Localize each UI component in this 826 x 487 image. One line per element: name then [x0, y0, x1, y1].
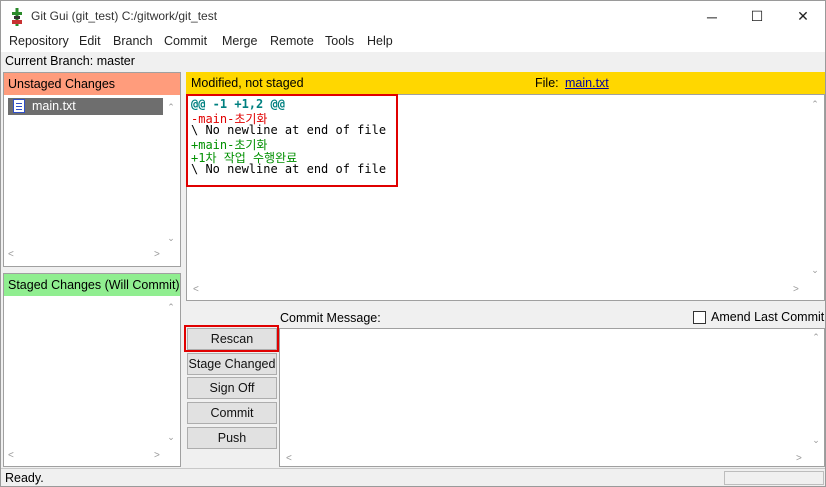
- close-button[interactable]: ✕: [780, 1, 826, 32]
- scroll-left-icon[interactable]: <: [8, 450, 14, 464]
- diff-highlight-box: [186, 94, 398, 187]
- window-title: Git Gui (git_test) C:/gitwork/git_test: [31, 9, 218, 23]
- menu-commit[interactable]: Commit: [164, 34, 207, 48]
- scroll-down-icon[interactable]: ⌄: [808, 265, 822, 276]
- diff-viewer[interactable]: @@ -1 +1,2 @@ -main-초기화 \ No newline at …: [186, 94, 825, 301]
- amend-last-commit-label[interactable]: Amend Last Commit: [711, 310, 824, 324]
- scroll-down-icon[interactable]: ⌄: [809, 435, 823, 446]
- stage-changed-button[interactable]: Stage Changed: [187, 353, 277, 375]
- unstaged-changes-header: Unstaged Changes: [4, 73, 180, 95]
- menu-help[interactable]: Help: [367, 34, 393, 48]
- action-buttons: Rescan Stage Changed Sign Off Commit Pus…: [184, 325, 279, 466]
- scroll-right-icon[interactable]: >: [154, 249, 160, 263]
- rescan-highlight-box: [184, 325, 279, 352]
- minimize-button[interactable]: ─: [689, 1, 735, 32]
- scroll-up-icon[interactable]: ⌃: [809, 332, 823, 343]
- menu-tools[interactable]: Tools: [325, 34, 354, 48]
- scroll-up-icon[interactable]: ⌃: [808, 99, 822, 110]
- status-progress: [724, 471, 824, 485]
- commit-message-label: Commit Message:: [280, 311, 381, 325]
- menu-merge[interactable]: Merge: [222, 34, 257, 48]
- scroll-up-icon[interactable]: ⌃: [164, 102, 178, 113]
- diff-status: Modified, not staged: [191, 76, 304, 90]
- scroll-left-icon[interactable]: <: [193, 284, 199, 298]
- minimize-icon: ─: [707, 8, 717, 25]
- unstaged-file-name: main.txt: [32, 99, 76, 113]
- git-gui-app-icon: [12, 8, 22, 26]
- commit-message-input[interactable]: [279, 328, 825, 467]
- menu-edit[interactable]: Edit: [79, 34, 101, 48]
- diff-file-link[interactable]: main.txt: [565, 76, 609, 90]
- menu-repository[interactable]: Repository: [9, 34, 69, 48]
- maximize-button[interactable]: ☐: [734, 1, 780, 32]
- scroll-right-icon[interactable]: >: [154, 450, 160, 464]
- amend-last-commit-checkbox[interactable]: [693, 311, 706, 324]
- current-branch-label: Current Branch: master: [5, 54, 135, 68]
- push-button[interactable]: Push: [187, 427, 277, 449]
- status-bar: Ready.: [1, 468, 825, 486]
- scroll-up-icon[interactable]: ⌃: [164, 302, 178, 313]
- scroll-left-icon[interactable]: <: [8, 249, 14, 263]
- scroll-right-icon[interactable]: >: [793, 284, 799, 298]
- diff-file-label: File:: [535, 76, 559, 90]
- unstaged-file-row[interactable]: main.txt: [8, 98, 163, 115]
- modified-file-icon: [13, 99, 25, 113]
- staged-changes-panel: Staged Changes (Will Commit) ⌃ ⌄ < >: [3, 273, 181, 467]
- scroll-right-icon[interactable]: >: [796, 453, 802, 467]
- menu-remote[interactable]: Remote: [270, 34, 314, 48]
- git-gui-window: Git Gui (git_test) C:/gitwork/git_test ─…: [0, 0, 826, 487]
- status-text: Ready.: [5, 471, 44, 485]
- scroll-left-icon[interactable]: <: [286, 453, 292, 467]
- staged-changes-header: Staged Changes (Will Commit): [4, 274, 180, 296]
- menu-branch[interactable]: Branch: [113, 34, 153, 48]
- close-icon: ✕: [797, 8, 809, 24]
- title-bar: Git Gui (git_test) C:/gitwork/git_test ─…: [1, 1, 825, 32]
- scroll-down-icon[interactable]: ⌄: [164, 233, 178, 244]
- maximize-icon: ☐: [750, 8, 764, 24]
- sign-off-button[interactable]: Sign Off: [187, 377, 277, 399]
- scroll-down-icon[interactable]: ⌄: [164, 432, 178, 443]
- diff-header: Modified, not staged File: main.txt: [186, 72, 825, 94]
- commit-button[interactable]: Commit: [187, 402, 277, 424]
- unstaged-changes-panel: Unstaged Changes main.txt ⌃ ⌄ < >: [3, 72, 181, 267]
- menu-bar: Repository Edit Branch Commit Merge Remo…: [1, 32, 825, 52]
